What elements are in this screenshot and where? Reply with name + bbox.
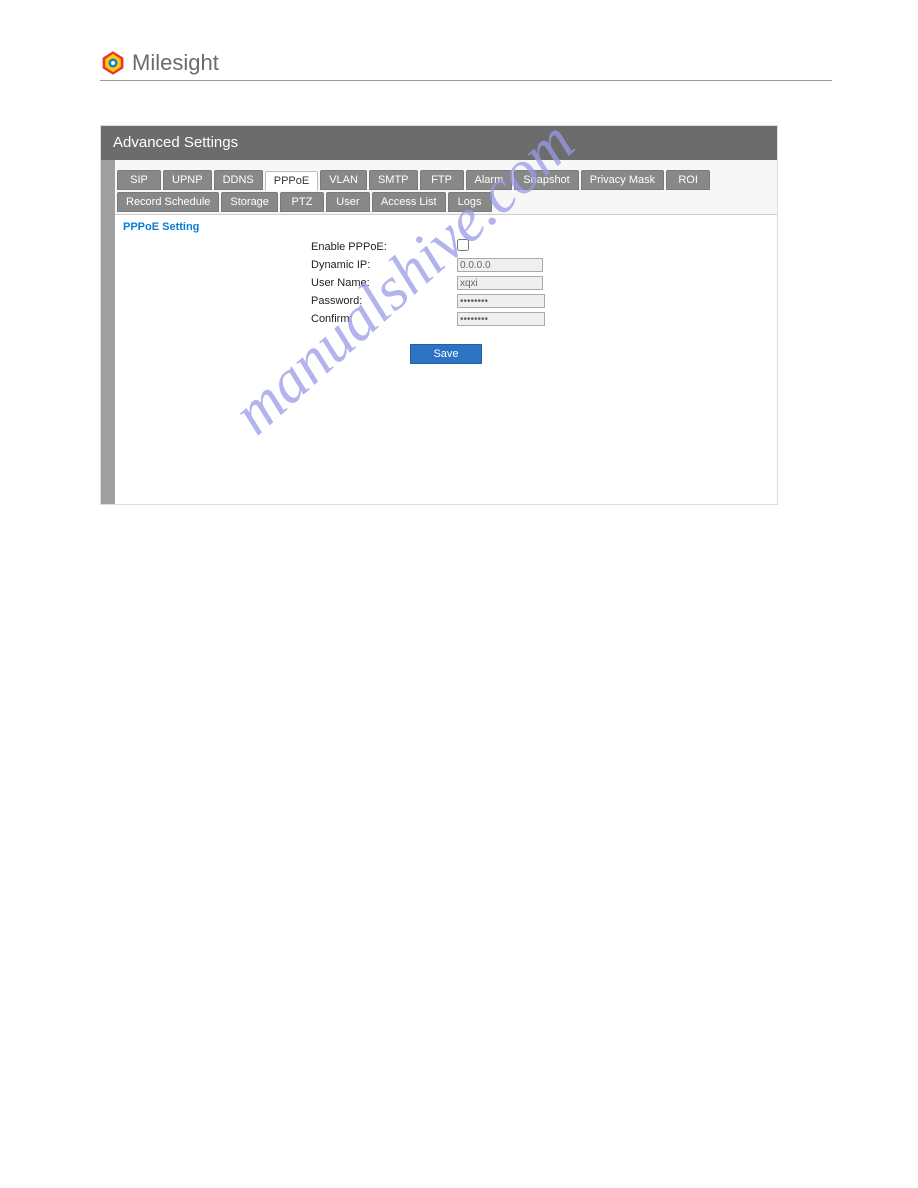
tab-smtp[interactable]: SMTP	[369, 170, 418, 190]
tab-roi[interactable]: ROI	[666, 170, 710, 190]
tab-privacy-mask[interactable]: Privacy Mask	[581, 170, 664, 190]
row-confirm: Confirm:	[311, 312, 777, 326]
label-user-name: User Name:	[311, 277, 457, 289]
tab-alarm[interactable]: Alarm	[466, 170, 513, 190]
label-confirm: Confirm:	[311, 313, 457, 325]
input-user-name[interactable]	[457, 276, 543, 290]
row-enable-pppoe: Enable PPPoE:	[311, 239, 777, 254]
panel-left-gutter	[101, 160, 115, 504]
section-title: PPPoE Setting	[115, 215, 777, 239]
tab-snapshot[interactable]: Snapshot	[514, 170, 578, 190]
save-button[interactable]: Save	[410, 344, 481, 364]
tab-content: PPPoE Setting Enable PPPoE: Dynamic IP:	[115, 215, 777, 504]
checkbox-enable-pppoe[interactable]	[457, 239, 469, 251]
input-confirm[interactable]	[457, 312, 545, 326]
pppoe-form: Enable PPPoE: Dynamic IP:	[115, 239, 777, 326]
tab-pppoe[interactable]: PPPoE	[265, 171, 318, 191]
panel-title: Advanced Settings	[101, 126, 777, 160]
row-dynamic-ip: Dynamic IP:	[311, 258, 777, 272]
input-dynamic-ip[interactable]	[457, 258, 543, 272]
tab-record-schedule[interactable]: Record Schedule	[117, 192, 219, 212]
tab-ddns[interactable]: DDNS	[214, 170, 263, 190]
tab-user[interactable]: User	[326, 192, 370, 212]
tab-logs[interactable]: Logs	[448, 192, 492, 212]
input-password[interactable]	[457, 294, 545, 308]
tab-ptz[interactable]: PTZ	[280, 192, 324, 212]
label-dynamic-ip: Dynamic IP:	[311, 259, 457, 271]
tab-row-2: Record Schedule Storage PTZ User Access …	[115, 192, 777, 214]
label-enable-pppoe: Enable PPPoE:	[311, 241, 457, 253]
tabs-container: SIP UPNP DDNS PPPoE VLAN SMTP FTP Alarm …	[115, 160, 777, 215]
tab-ftp[interactable]: FTP	[420, 170, 464, 190]
tab-vlan[interactable]: VLAN	[320, 170, 367, 190]
label-password: Password:	[311, 295, 457, 307]
settings-panel: Advanced Settings SIP UPNP DDNS PPPoE VL…	[100, 125, 778, 505]
brand-name: Milesight	[132, 50, 219, 76]
save-row: Save	[115, 344, 777, 364]
tab-access-list[interactable]: Access List	[372, 192, 446, 212]
tab-row-1: SIP UPNP DDNS PPPoE VLAN SMTP FTP Alarm …	[115, 170, 777, 192]
tab-sip[interactable]: SIP	[117, 170, 161, 190]
milesight-logo-icon	[100, 50, 126, 76]
tab-upnp[interactable]: UPNP	[163, 170, 212, 190]
row-password: Password:	[311, 294, 777, 308]
document-page: Milesight Advanced Settings SIP UPNP DDN…	[0, 0, 918, 555]
brand-header: Milesight	[100, 50, 832, 81]
row-user-name: User Name:	[311, 276, 777, 290]
tab-storage[interactable]: Storage	[221, 192, 278, 212]
